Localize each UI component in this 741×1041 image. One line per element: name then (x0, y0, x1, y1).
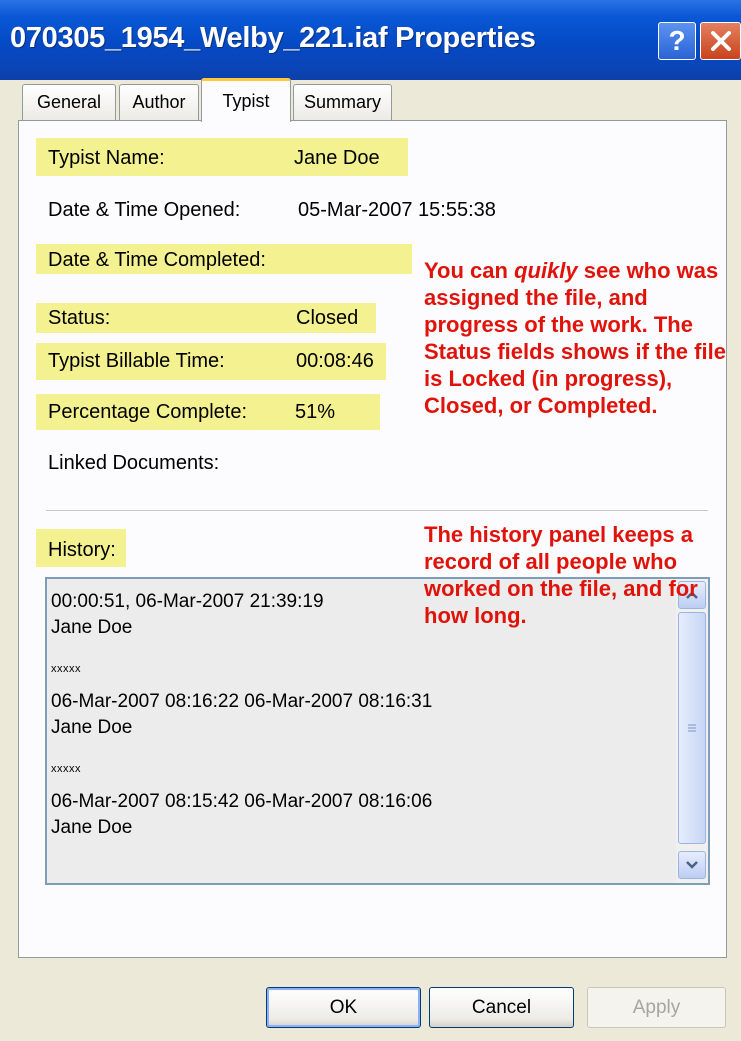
help-icon: ? (668, 25, 686, 56)
close-button[interactable] (700, 22, 741, 60)
status-value: Closed (296, 307, 359, 329)
billable-value: 00:08:46 (296, 350, 374, 372)
typist-name-label: Typist Name: (48, 147, 165, 169)
chevron-down-icon (686, 861, 698, 869)
scroll-thumb[interactable] (678, 612, 706, 844)
history-separator: xxxxx (51, 763, 81, 775)
linked-documents-label: Linked Documents: (48, 452, 220, 474)
percent-label: Percentage Complete: (48, 401, 248, 423)
history-entry-time: 00:00:51, 06-Mar-2007 21:39:19 (51, 591, 324, 612)
title-bar[interactable]: 070305_1954_Welby_221.iaf Properties ? (0, 0, 741, 80)
scroll-down-button[interactable] (678, 851, 706, 879)
apply-button[interactable]: Apply (587, 987, 726, 1028)
annotation-progress: You can quikly see who was assigned the … (424, 257, 732, 419)
completed-label: Date & Time Completed: (48, 249, 266, 271)
annotation-emphasis: quikly (514, 258, 578, 283)
typist-name-value: Jane Doe (294, 147, 380, 169)
history-entry-user: Jane Doe (51, 617, 133, 638)
history-separator: xxxxx (51, 663, 81, 675)
history-entry-user: Jane Doe (51, 817, 133, 838)
cancel-button-label: Cancel (471, 996, 532, 1018)
annotation-text: You can (424, 258, 515, 283)
grip-icon (688, 724, 696, 732)
percent-value: 51% (295, 401, 336, 423)
history-entry-time: 06-Mar-2007 08:15:42 06-Mar-2007 08:16:0… (51, 791, 433, 812)
history-entry-time: 06-Mar-2007 08:16:22 06-Mar-2007 08:16:3… (51, 691, 433, 712)
window-title: 070305_1954_Welby_221.iaf Properties (10, 22, 536, 54)
divider (46, 510, 708, 511)
tab-general[interactable]: General (22, 84, 116, 120)
tab-label: General (36, 92, 102, 112)
ok-button[interactable]: OK (266, 987, 421, 1028)
tab-author[interactable]: Author (119, 84, 199, 120)
opened-value: 05-Mar-2007 15:55:38 (298, 199, 496, 221)
annotation-history: The history panel keeps a record of all … (424, 522, 698, 628)
tab-summary[interactable]: Summary (293, 84, 392, 120)
tab-label: Summary (303, 92, 381, 112)
help-button[interactable]: ? (658, 22, 696, 60)
opened-label: Date & Time Opened: (48, 199, 241, 221)
tab-typist[interactable]: Typist (201, 78, 291, 122)
close-icon (710, 31, 731, 51)
ok-button-label: OK (329, 996, 358, 1018)
tab-label: Typist (222, 91, 270, 111)
history-entry-user: Jane Doe (51, 717, 133, 738)
tab-label: Author (132, 92, 186, 112)
cancel-button[interactable]: Cancel (429, 987, 574, 1028)
history-label: History: (48, 539, 116, 561)
apply-button-label: Apply (632, 996, 681, 1018)
billable-label: Typist Billable Time: (48, 350, 225, 372)
status-label: Status: (48, 307, 111, 329)
